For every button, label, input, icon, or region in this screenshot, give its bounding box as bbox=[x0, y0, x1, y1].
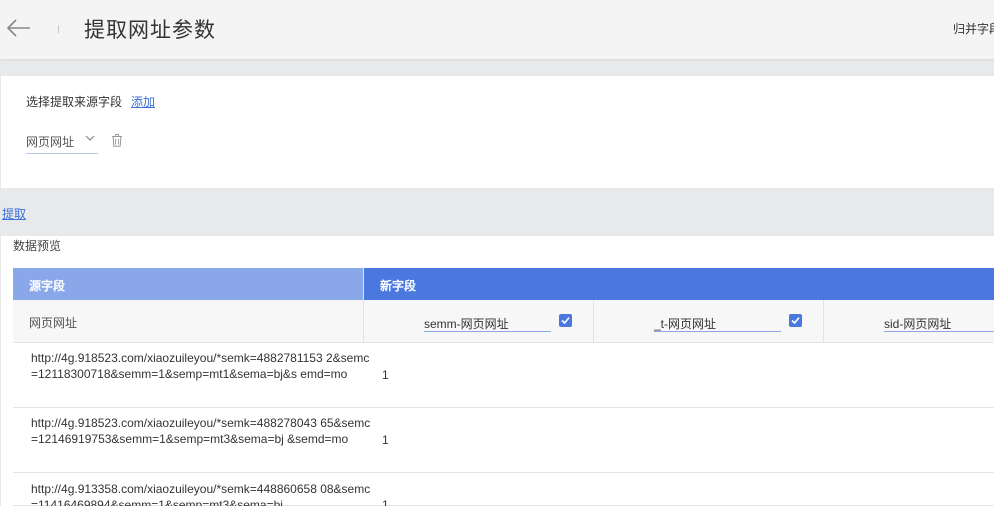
extract-band bbox=[0, 188, 994, 236]
section-gap bbox=[0, 61, 994, 76]
extract-link[interactable]: 提取 bbox=[2, 205, 26, 222]
extracted-value-cell: 1 bbox=[382, 498, 389, 506]
table-header-source: 源字段 bbox=[13, 268, 363, 300]
source-url-cell: http://4g.913358.com/xiaozuileyou/*semk=… bbox=[31, 482, 371, 506]
checkmark-icon bbox=[561, 317, 570, 325]
data-preview-title: 数据预览 bbox=[13, 239, 62, 253]
merge-fields-button[interactable]: 归并字段 bbox=[953, 20, 994, 37]
source-url-cell: http://4g.918523.com/xiaozuileyou/*semk=… bbox=[31, 351, 370, 381]
new-field-input-semm[interactable]: semm-网页网址 bbox=[424, 312, 551, 332]
table-header-new: 新字段 bbox=[364, 268, 994, 300]
source-url-cell: http://4g.918523.com/xiaozuileyou/*semk=… bbox=[31, 416, 371, 446]
page-title: 提取网址参数 bbox=[84, 19, 216, 42]
page-header: 提取网址参数 归并字段 bbox=[0, 0, 994, 60]
trash-icon[interactable] bbox=[111, 134, 123, 147]
new-field-checkbox-semm[interactable] bbox=[559, 314, 572, 327]
new-field-checkbox-t[interactable] bbox=[789, 314, 802, 327]
back-arrow-icon[interactable] bbox=[6, 17, 32, 39]
new-field-name: _t-网页网址 bbox=[654, 317, 717, 331]
checkmark-icon bbox=[791, 317, 800, 325]
source-field-name: 网页网址 bbox=[29, 316, 78, 330]
new-field-input-sid[interactable]: sid-网页网址 bbox=[884, 312, 994, 332]
source-field-label: 选择提取来源字段 bbox=[26, 95, 123, 109]
source-field-select-value: 网页网址 bbox=[26, 135, 75, 149]
add-source-link[interactable]: 添加 bbox=[131, 93, 155, 110]
chevron-down-icon bbox=[85, 135, 95, 141]
extracted-value-cell: 1 bbox=[382, 433, 389, 447]
new-field-name: semm-网页网址 bbox=[424, 317, 509, 331]
new-field-name: sid-网页网址 bbox=[884, 317, 952, 331]
source-field-select[interactable]: 网页网址 bbox=[26, 131, 98, 154]
new-field-input-t[interactable]: _t-网页网址 bbox=[654, 312, 781, 332]
extracted-value-cell: 1 bbox=[382, 368, 389, 382]
header-divider bbox=[58, 25, 59, 33]
